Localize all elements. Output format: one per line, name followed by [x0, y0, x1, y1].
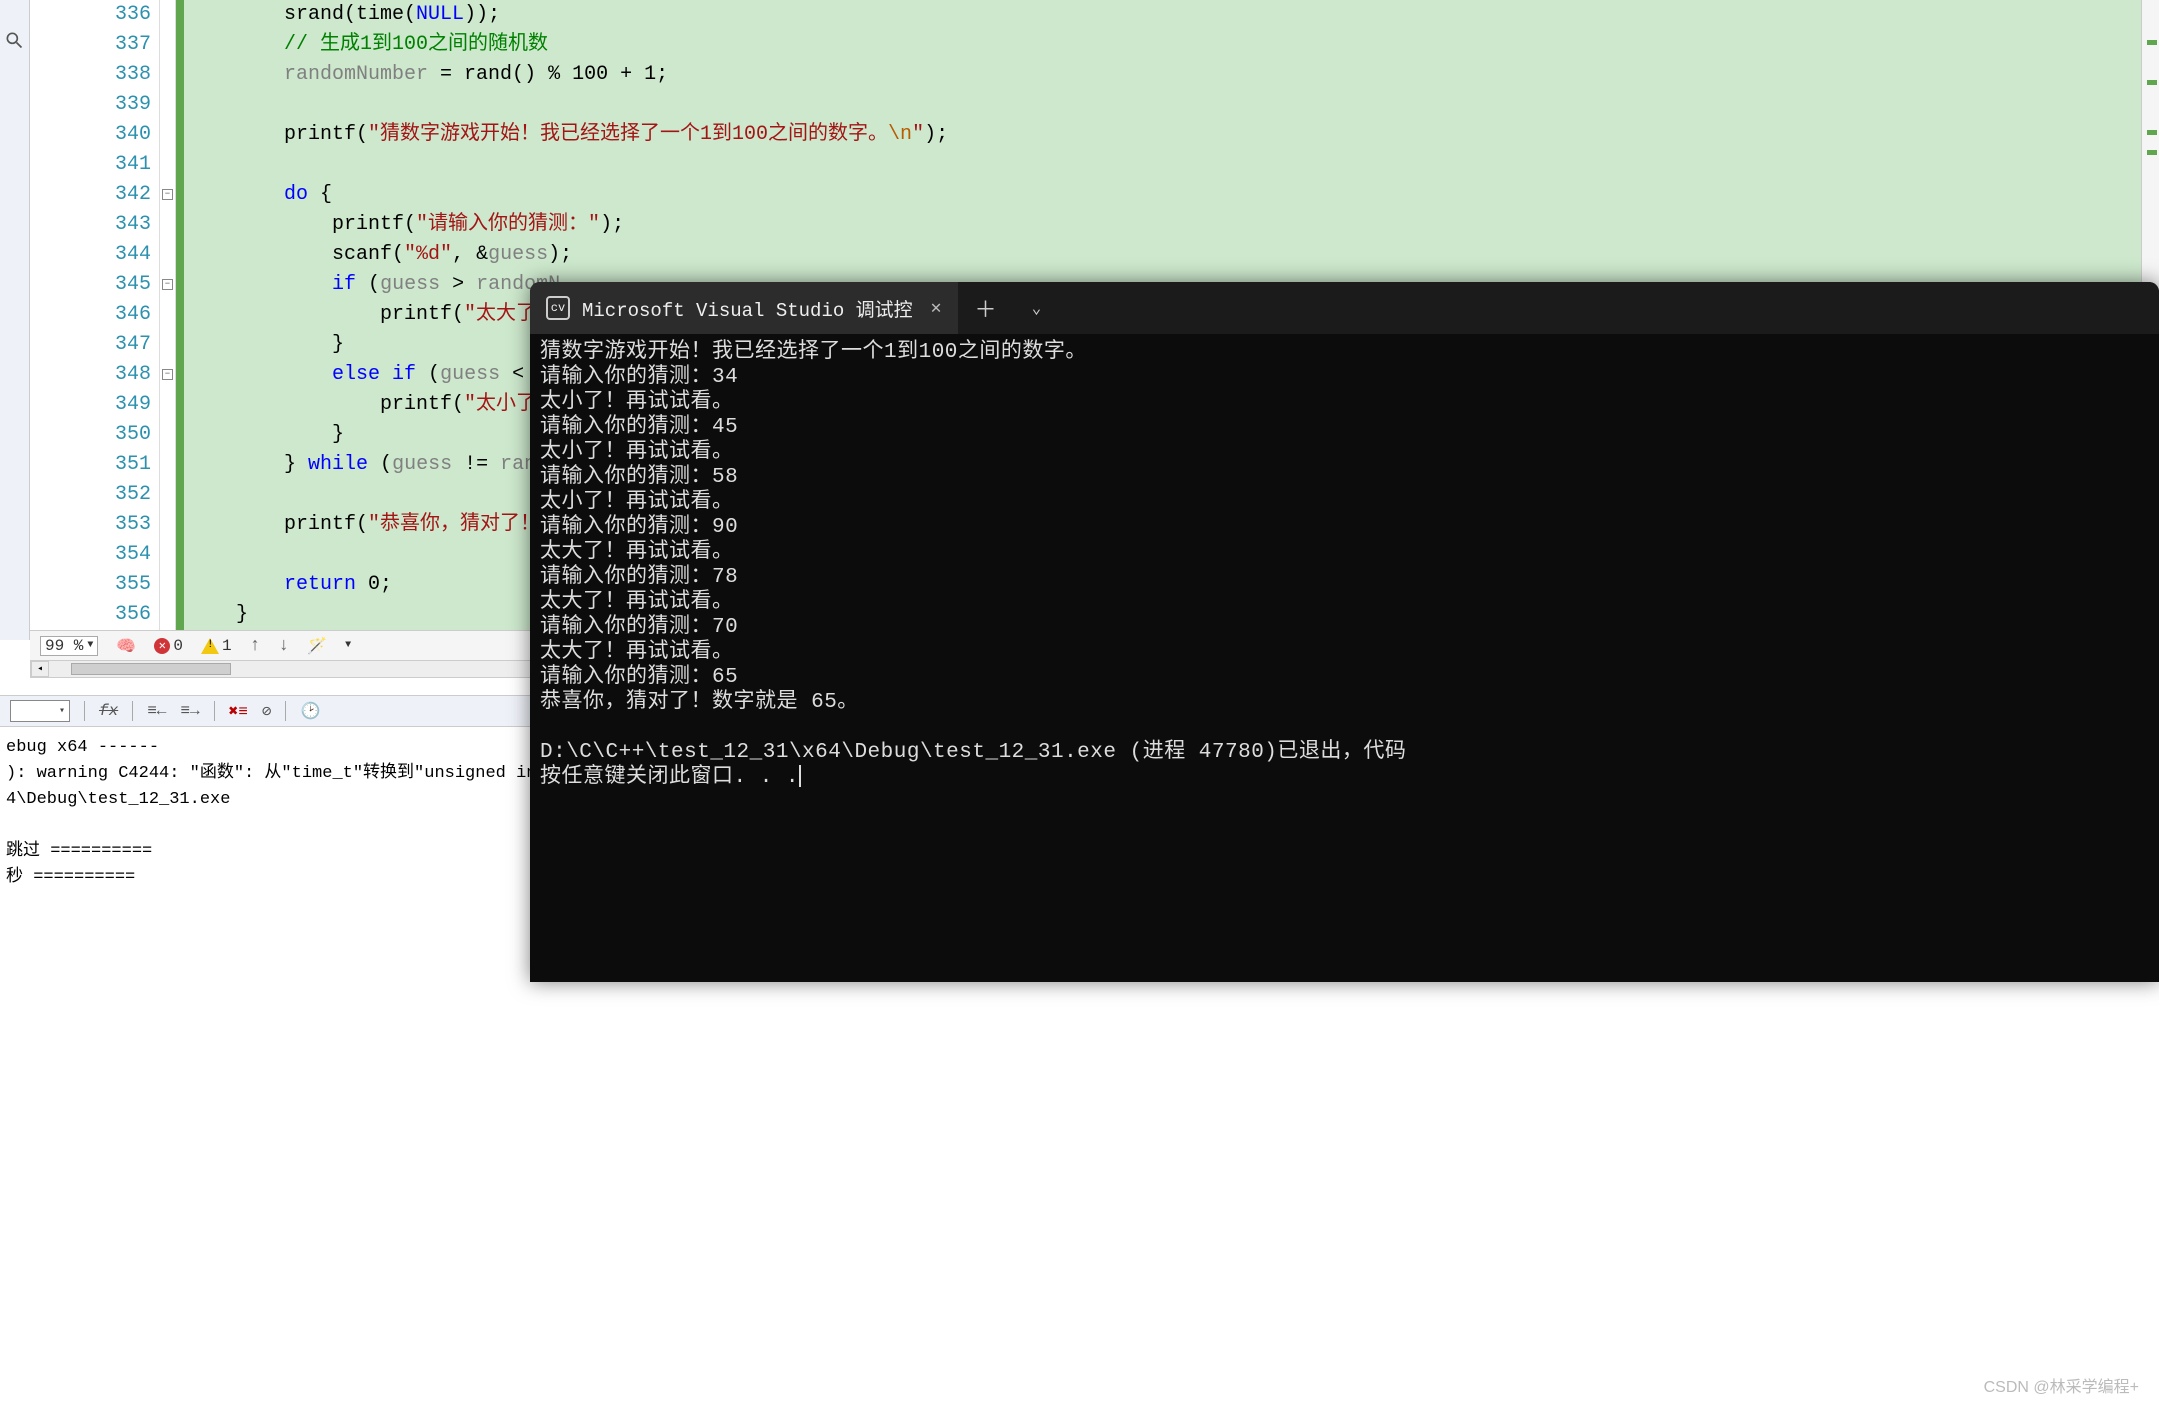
next-issue-button[interactable]: ↓ — [278, 636, 289, 656]
fold-column[interactable]: − − − — [160, 0, 176, 630]
line-number: 340 — [30, 120, 151, 150]
line-number: 356 — [30, 600, 151, 630]
console-tab-title: Microsoft Visual Studio 调试控 — [582, 295, 913, 322]
line-number: 351 — [30, 450, 151, 480]
search-icon[interactable] — [4, 30, 24, 50]
line-number: 339 — [30, 90, 151, 120]
text-cursor — [799, 765, 801, 787]
zoom-value: 99 % — [45, 637, 83, 655]
clear-all-icon[interactable]: ✖≡ — [229, 701, 248, 721]
separator — [84, 701, 85, 721]
code-line[interactable] — [188, 150, 2141, 180]
new-tab-button[interactable]: ＋ — [958, 282, 1014, 334]
clock-icon[interactable]: 🕑 — [300, 701, 320, 721]
close-icon[interactable]: ✕ — [931, 297, 942, 319]
line-number: 348 — [30, 360, 151, 390]
toggle-icon[interactable]: ⊘ — [262, 701, 272, 721]
line-number: 338 — [30, 60, 151, 90]
magic-wand-icon[interactable]: 🪄 — [307, 636, 327, 656]
chevron-down-icon[interactable]: ▼ — [345, 640, 351, 651]
fold-toggle[interactable]: − — [162, 279, 173, 290]
code-line[interactable]: printf("请输入你的猜测："); — [188, 210, 2141, 240]
separator — [214, 701, 215, 721]
error-icon: ✕ — [154, 638, 170, 654]
line-number: 342 — [30, 180, 151, 210]
change-indicator — [176, 0, 184, 630]
line-number: 346 — [30, 300, 151, 330]
indent-right-icon[interactable]: ≡→ — [180, 702, 199, 720]
scrollbar-thumb[interactable] — [71, 663, 231, 675]
chevron-down-icon: ▼ — [87, 640, 93, 651]
separator — [132, 701, 133, 721]
brain-icon[interactable]: 🧠 — [116, 636, 136, 656]
zoom-dropdown[interactable]: 99 % ▼ — [40, 636, 98, 656]
line-number-gutter: 3363373383393403413423433443453463473483… — [30, 0, 160, 630]
indent-left-icon[interactable]: ≡← — [147, 702, 166, 720]
line-number: 336 — [30, 0, 151, 30]
output-source-dropdown[interactable] — [10, 700, 70, 722]
tab-menu-chevron[interactable]: ⌄ — [1014, 282, 1060, 334]
line-number: 353 — [30, 510, 151, 540]
code-line[interactable]: printf("猜数字游戏开始！我已经选择了一个1到100之间的数字。\n"); — [188, 120, 2141, 150]
code-line[interactable]: // 生成1到100之间的随机数 — [188, 30, 2141, 60]
line-number: 352 — [30, 480, 151, 510]
code-line[interactable]: do { — [188, 180, 2141, 210]
line-number: 349 — [30, 390, 151, 420]
prev-issue-button[interactable]: ↑ — [250, 636, 261, 656]
warning-icon — [201, 638, 219, 654]
left-toolstrip — [0, 0, 30, 640]
line-number: 354 — [30, 540, 151, 570]
clear-search-icon[interactable]: fx — [99, 702, 118, 720]
line-number: 350 — [30, 420, 151, 450]
code-line[interactable]: scanf("%d", &guess); — [188, 240, 2141, 270]
console-output[interactable]: 猜数字游戏开始！我已经选择了一个1到100之间的数字。 请输入你的猜测：34 太… — [530, 334, 2159, 796]
console-tab[interactable]: cv Microsoft Visual Studio 调试控 ✕ — [530, 282, 958, 334]
line-number: 341 — [30, 150, 151, 180]
console-tabbar: cv Microsoft Visual Studio 调试控 ✕ ＋ ⌄ — [530, 282, 2159, 334]
scroll-left-button[interactable]: ◂ — [31, 661, 49, 677]
line-number: 343 — [30, 210, 151, 240]
vs-icon: cv — [546, 296, 570, 320]
fold-toggle[interactable]: − — [162, 189, 173, 200]
line-number: 337 — [30, 30, 151, 60]
code-line[interactable] — [188, 90, 2141, 120]
fold-toggle[interactable]: − — [162, 369, 173, 380]
errors-count[interactable]: ✕ 0 — [154, 637, 183, 655]
line-number: 347 — [30, 330, 151, 360]
code-line[interactable]: srand(time(NULL)); — [188, 0, 2141, 30]
warnings-count[interactable]: 1 — [201, 637, 232, 655]
line-number: 344 — [30, 240, 151, 270]
code-line[interactable]: randomNumber = rand() % 100 + 1; — [188, 60, 2141, 90]
separator — [285, 701, 286, 721]
watermark: CSDN @林采学编程+ — [1984, 1373, 2139, 1397]
line-number: 345 — [30, 270, 151, 300]
line-number: 355 — [30, 570, 151, 600]
debug-console-window[interactable]: cv Microsoft Visual Studio 调试控 ✕ ＋ ⌄ 猜数字… — [530, 282, 2159, 982]
